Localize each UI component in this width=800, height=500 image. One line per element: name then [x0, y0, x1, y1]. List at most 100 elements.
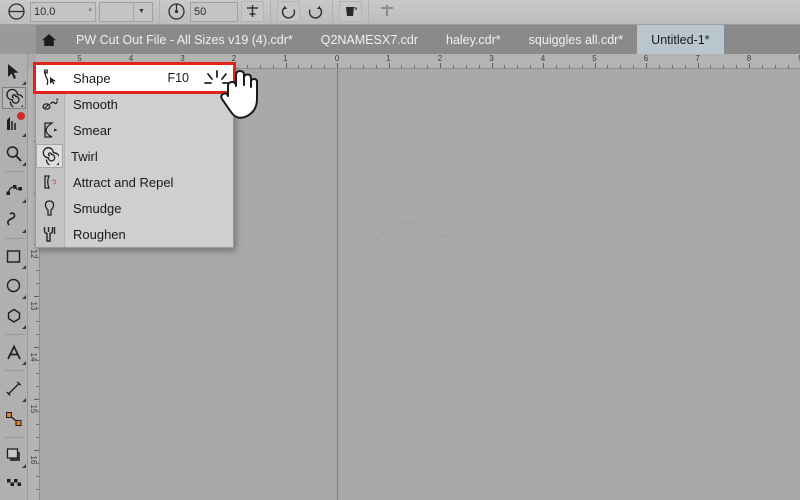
ruler-label: 2: [437, 54, 443, 63]
ruler-tick-minor: [36, 385, 39, 387]
ruler-tick-minor: [774, 65, 776, 68]
tool-artistic-media-tool[interactable]: [1, 205, 27, 235]
ruler-tick-minor: [36, 269, 39, 271]
tab-squiggles-all[interactable]: squiggles all.cdr*: [514, 25, 638, 54]
ruler-tick-minor: [568, 65, 570, 68]
menu-item-smear[interactable]: Smear: [36, 117, 233, 143]
tool-polygon-tool[interactable]: [1, 301, 27, 331]
flyout-arrow-icon[interactable]: [21, 324, 26, 329]
ruler-tick-minor: [684, 65, 686, 68]
crop-tool-badge: [16, 112, 25, 121]
tool-ellipse-tool[interactable]: [1, 271, 27, 301]
ruler-tick-minor: [401, 65, 403, 68]
flyout-arrow-icon[interactable]: [21, 80, 26, 85]
ruler-tick-major: [285, 63, 287, 68]
toolbox-divider: [3, 237, 24, 239]
ruler-tick-minor: [671, 65, 673, 68]
ruler-tick-minor: [761, 65, 763, 68]
ruler-tick-minor: [298, 65, 300, 68]
left-toolbox: [0, 54, 28, 500]
ruler-label: 8: [746, 54, 752, 63]
flyout-arrow-icon[interactable]: [21, 464, 26, 469]
tool-zoom-tool[interactable]: [1, 139, 27, 169]
menu-item-attract-and-repel[interactable]: Attract and Repel: [36, 169, 233, 195]
flyout-arrow-icon[interactable]: [21, 228, 26, 233]
tab-pw-cut-out-file[interactable]: PW Cut Out File - All Sizes v19 (4).cdr*: [62, 25, 307, 54]
ruler-tick-minor: [36, 475, 39, 477]
ruler-tick-minor: [414, 65, 416, 68]
tool-drop-shadow-tool[interactable]: [1, 441, 27, 471]
tool-transparency-tool[interactable]: [1, 470, 27, 500]
ruler-tick-minor: [36, 424, 39, 426]
tool-dimension-tool[interactable]: [1, 374, 27, 404]
tool-shape-edit-tool[interactable]: [1, 86, 26, 110]
flyout-arrow-icon[interactable]: [21, 162, 26, 167]
flyout-arrow-icon[interactable]: [21, 199, 26, 204]
ruler-tick-major: [34, 450, 39, 451]
tool-pick-tool[interactable]: [1, 57, 27, 87]
flyout-arrow-icon[interactable]: [21, 295, 26, 300]
rotate-counterclockwise-icon[interactable]: [277, 1, 300, 22]
menu-item-twirl[interactable]: Twirl: [36, 143, 233, 169]
rotation-angle-unit: °: [88, 6, 92, 17]
tool-connector-tool[interactable]: [1, 404, 27, 434]
rotation-dropdown[interactable]: ▼: [99, 1, 153, 22]
paint-bucket-icon[interactable]: [339, 1, 362, 22]
chevron-down-icon[interactable]: ▼: [133, 1, 149, 22]
tab-untitled-1[interactable]: Untitled-1*: [637, 25, 724, 54]
ruler-label: 6: [643, 54, 649, 63]
toolbar-rotation-group: 10.0 ° ▼: [0, 0, 160, 24]
menu-item-label: Twirl: [71, 148, 98, 164]
tab-label: haley.cdr*: [446, 32, 501, 47]
pressure-value-field[interactable]: 50: [190, 1, 238, 22]
ruler-label: 5: [77, 54, 82, 63]
home-icon[interactable]: [36, 25, 62, 54]
pressure-dial-icon: [166, 1, 187, 22]
ruler-label: 0: [334, 54, 340, 63]
ruler-tick-minor: [272, 65, 274, 68]
menu-item-label: Smudge: [73, 200, 122, 216]
ruler-label: 1: [386, 54, 391, 63]
smooth-brush-icon: [36, 91, 65, 117]
flyout-arrow-icon[interactable]: [21, 265, 26, 270]
ruler-label: 4: [540, 54, 546, 63]
menu-item-label: Smear: [73, 122, 112, 138]
top-toolbar: 10.0 ° ▼ 50: [0, 0, 800, 25]
ruler-tick-minor: [36, 256, 39, 258]
tool-rectangle-tool[interactable]: [1, 242, 27, 272]
canvas-artwork-faint: [365, 189, 485, 279]
ruler-tick-minor: [465, 65, 467, 68]
tool-text-tool[interactable]: [1, 338, 27, 368]
ruler-tick-minor: [36, 372, 39, 374]
ruler-tick-minor: [36, 282, 39, 284]
ruler-tick-minor: [620, 65, 622, 68]
page-boundary-line: [337, 69, 338, 500]
menu-item-roughen[interactable]: Roughen: [36, 221, 233, 247]
ruler-tick-major: [388, 63, 390, 68]
menu-item-smudge[interactable]: Smudge: [36, 195, 233, 221]
rotation-angle-field[interactable]: 10.0 °: [30, 1, 96, 22]
flyout-arrow-icon[interactable]: [21, 397, 26, 402]
shape-node-icon: [36, 65, 65, 91]
toolbar-rotate-buttons-group: [271, 0, 333, 24]
rotate-angle-icon: [6, 1, 27, 22]
flyout-arrow-icon[interactable]: [21, 132, 26, 137]
tab-q2namesx7[interactable]: Q2NAMESX7.cdr: [306, 25, 432, 54]
ruler-tick-major: [34, 295, 39, 297]
ruler-tick-minor: [36, 321, 39, 323]
toolbar-fill-group: [333, 0, 369, 24]
rotate-clockwise-icon[interactable]: [303, 1, 326, 22]
tab-haley[interactable]: haley.cdr*: [432, 25, 515, 54]
merge-icon[interactable]: [375, 1, 398, 22]
tool-crop-tool[interactable]: [1, 109, 27, 139]
flyout-arrow-icon[interactable]: [21, 361, 26, 366]
ruler-tick-minor: [736, 65, 738, 68]
ruler-tick-minor: [452, 65, 454, 68]
ruler-tick-minor: [362, 65, 364, 68]
stylus-pressure-icon[interactable]: [241, 1, 264, 22]
ruler-tick-major: [749, 63, 750, 68]
ruler-tick-minor: [478, 65, 480, 68]
ruler-tick-major: [697, 63, 699, 68]
tool-freehand-tool[interactable]: [1, 175, 27, 205]
roughen-brush-icon: [36, 221, 65, 247]
